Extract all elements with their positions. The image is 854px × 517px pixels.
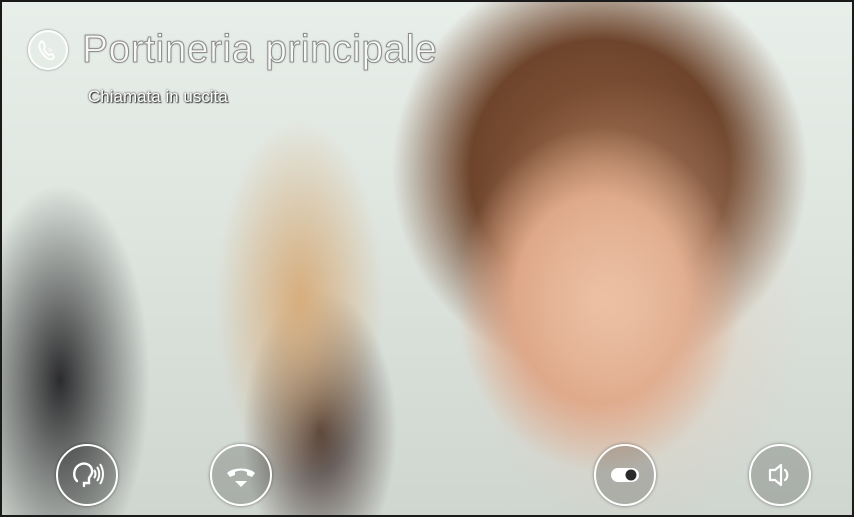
intercom-call-icon: » bbox=[28, 30, 68, 70]
toggle-icon bbox=[611, 468, 639, 482]
video-toggle-button[interactable] bbox=[594, 444, 656, 506]
speaker-icon bbox=[768, 463, 789, 487]
talk-button[interactable] bbox=[56, 444, 118, 506]
video-call-screen: » Portineria principale Chiamata in usci… bbox=[0, 0, 854, 517]
hangup-button[interactable] bbox=[210, 444, 272, 506]
hangup-icon bbox=[227, 468, 255, 487]
call-header: » Portineria principale bbox=[28, 28, 437, 72]
svg-text:»: » bbox=[48, 45, 53, 54]
talk-icon bbox=[73, 462, 104, 488]
call-status: Chiamata in uscita bbox=[88, 87, 228, 106]
call-title: Portineria principale bbox=[81, 28, 438, 72]
speaker-button[interactable] bbox=[749, 444, 811, 506]
